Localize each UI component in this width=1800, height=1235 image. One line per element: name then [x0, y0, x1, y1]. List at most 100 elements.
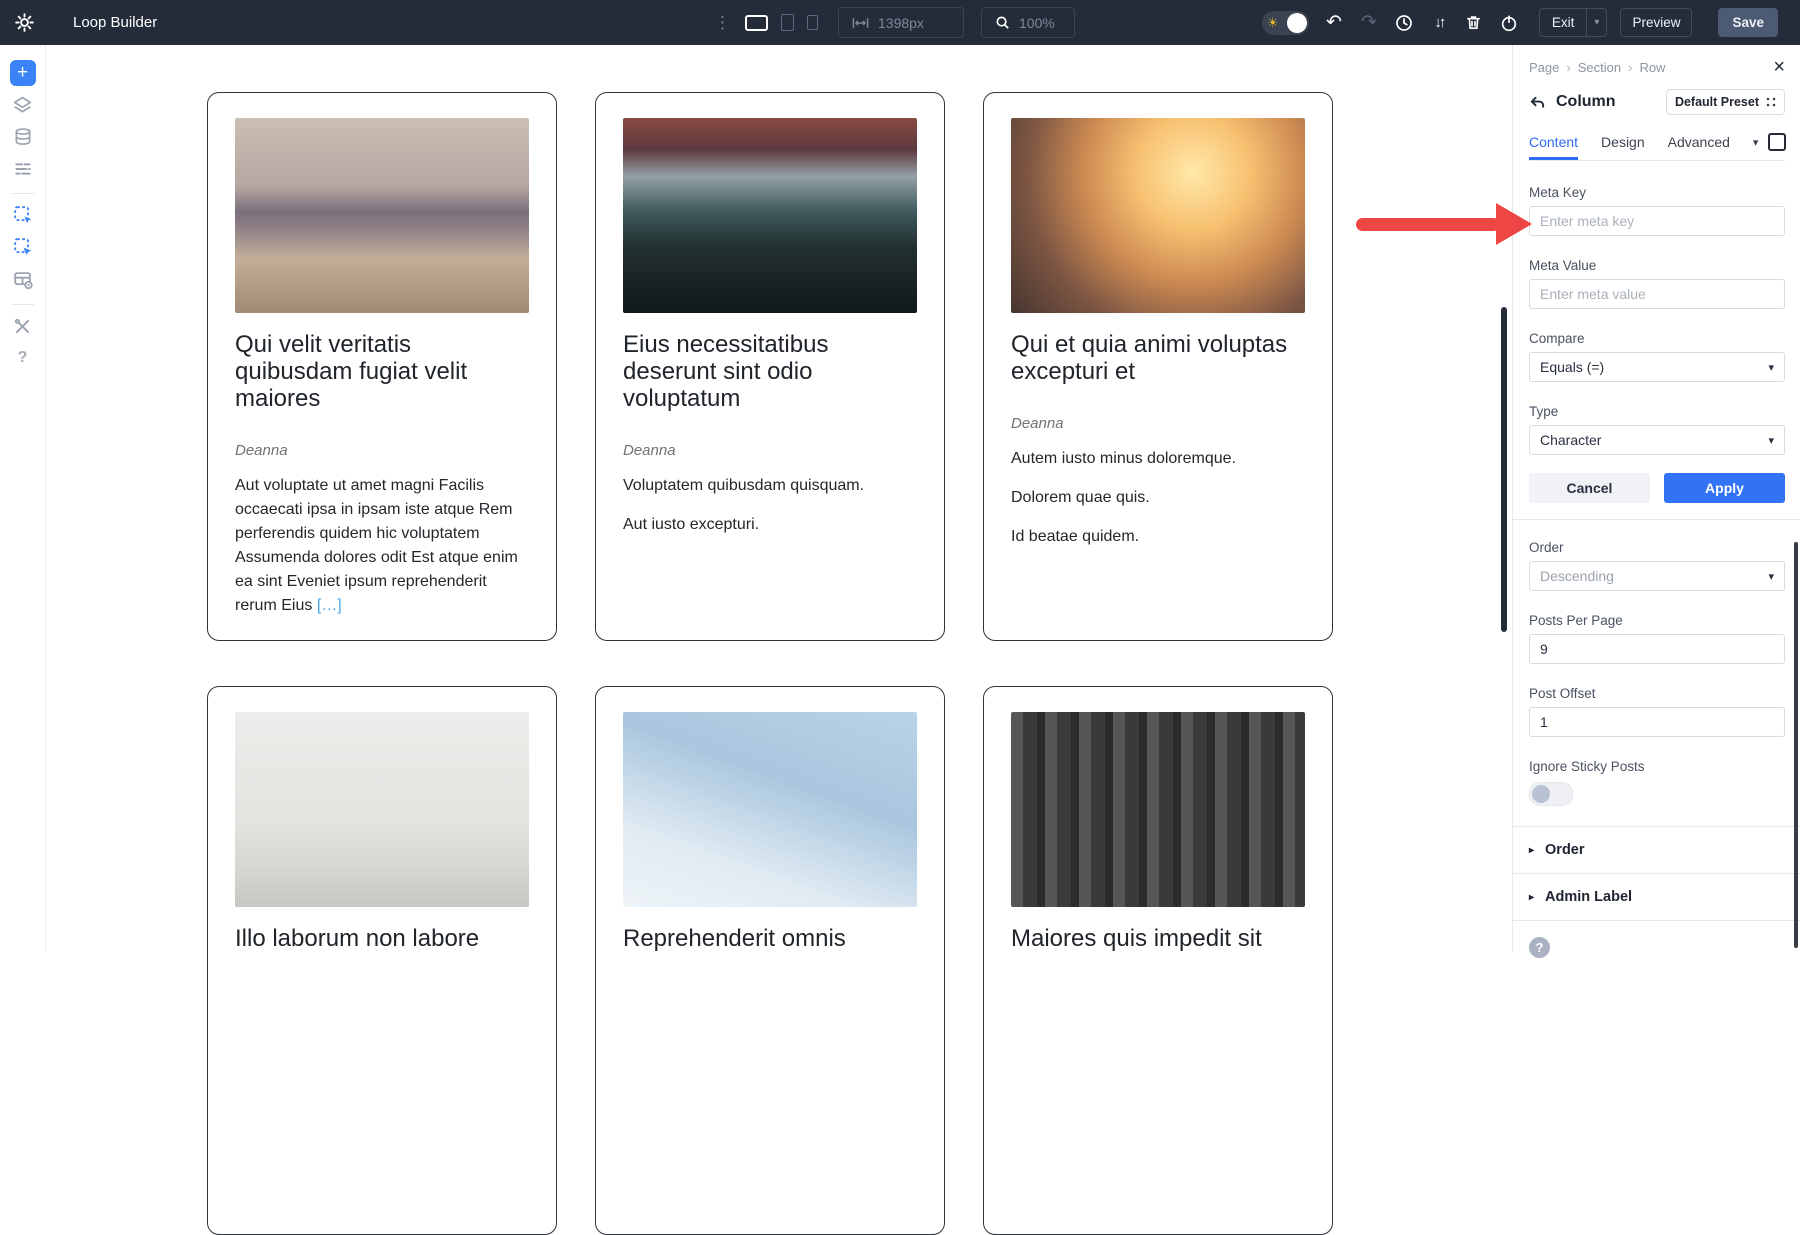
- trash-button[interactable]: [1464, 13, 1484, 33]
- meta-value-input[interactable]: [1529, 279, 1785, 309]
- post-offset-input[interactable]: [1529, 707, 1785, 737]
- breadcrumb-row[interactable]: Row: [1639, 60, 1665, 75]
- post-card[interactable]: Eius necessitatibus deserunt sint odio v…: [595, 92, 945, 641]
- layers-panel-button[interactable]: [10, 92, 36, 118]
- template-grid-icon: [12, 269, 34, 291]
- meta-key-label: Meta Key: [1529, 185, 1785, 200]
- back-arrow-icon: [1529, 94, 1546, 111]
- app-title: Loop Builder: [73, 14, 157, 31]
- toolbar-actions: ☀ ↶ ↷ ↓↑ Exit ▾ Preview Save: [1262, 0, 1778, 45]
- preset-dots-icon: [1766, 97, 1776, 107]
- element-outline-icon[interactable]: [1768, 133, 1786, 151]
- post-card[interactable]: Qui et quia animi voluptas excepturi et …: [983, 92, 1333, 641]
- post-image[interactable]: [623, 118, 917, 313]
- type-select[interactable]: Character ▾: [1529, 425, 1785, 455]
- post-author: Deanna: [235, 442, 529, 459]
- element-name: Column: [1556, 93, 1616, 111]
- post-title[interactable]: Reprehenderit omnis: [623, 925, 917, 952]
- post-title[interactable]: Illo laborum non labore: [235, 925, 529, 952]
- order-select[interactable]: Descending ▾: [1529, 561, 1785, 591]
- post-card[interactable]: Qui velit veritatis quibusdam fugiat vel…: [207, 92, 557, 641]
- default-preset-button[interactable]: Default Preset: [1666, 89, 1785, 115]
- redo-button[interactable]: ↷: [1359, 13, 1379, 33]
- annotation-arrow-head: [1496, 203, 1532, 245]
- post-image[interactable]: [1011, 712, 1305, 907]
- breadcrumb-section[interactable]: Section: [1578, 60, 1621, 75]
- width-arrows-icon: [852, 17, 869, 29]
- preview-button[interactable]: Preview: [1620, 8, 1692, 37]
- tablet-breakpoint-icon[interactable]: [781, 14, 794, 31]
- page-settings-button[interactable]: [10, 156, 36, 182]
- post-title[interactable]: Maiores quis impedit sit: [1011, 925, 1305, 952]
- section-arrow-icon: ▸: [1529, 892, 1534, 903]
- mobile-breakpoint-icon[interactable]: [807, 15, 818, 30]
- tab-content[interactable]: Content: [1529, 134, 1578, 160]
- read-more-link[interactable]: […]: [317, 597, 342, 614]
- toolbar-breakpoints: ⋮ 1398px 100%: [714, 0, 1075, 45]
- post-title[interactable]: Eius necessitatibus deserunt sint odio v…: [623, 331, 917, 412]
- post-card[interactable]: Reprehenderit omnis: [595, 686, 945, 1235]
- exit-button[interactable]: Exit ▾: [1539, 8, 1608, 37]
- select-section-button[interactable]: [10, 202, 36, 228]
- post-card[interactable]: Illo laborum non labore: [207, 686, 557, 1235]
- back-button[interactable]: [1529, 94, 1546, 111]
- posts-per-page-label: Posts Per Page: [1529, 613, 1785, 628]
- exit-dropdown-caret[interactable]: ▾: [1586, 9, 1606, 36]
- desktop-breakpoint-icon[interactable]: [745, 15, 768, 31]
- settings-gear-icon[interactable]: [14, 13, 34, 33]
- section-admin-label[interactable]: ▸ Admin Label: [1529, 874, 1785, 920]
- toggle-knob: [1532, 785, 1550, 803]
- tools-button[interactable]: [10, 313, 36, 339]
- tab-advanced[interactable]: Advanced: [1668, 134, 1730, 160]
- layers-icon: [12, 95, 33, 116]
- section-order[interactable]: ▸ Order: [1529, 827, 1785, 873]
- canvas-scrollbar[interactable]: [1501, 307, 1507, 632]
- chevron-down-icon[interactable]: ▾: [1753, 136, 1759, 149]
- history-button[interactable]: [1394, 13, 1414, 33]
- post-image[interactable]: [235, 118, 529, 313]
- dynamic-data-button[interactable]: [10, 124, 36, 150]
- magnifier-icon: [995, 15, 1010, 30]
- post-title[interactable]: Qui velit veritatis quibusdam fugiat vel…: [235, 331, 529, 412]
- undo-button[interactable]: ↶: [1324, 13, 1344, 33]
- light-mode-sun-icon: ☀: [1267, 15, 1279, 31]
- compare-select[interactable]: Equals (=) ▾: [1529, 352, 1785, 382]
- theme-toggle[interactable]: ☀: [1262, 11, 1309, 35]
- breadcrumb-page[interactable]: Page: [1529, 60, 1559, 75]
- zoom-control[interactable]: 100%: [981, 7, 1075, 38]
- exit-label: Exit: [1540, 15, 1587, 30]
- apply-button[interactable]: Apply: [1664, 473, 1785, 503]
- add-element-button[interactable]: +: [10, 60, 36, 86]
- post-title[interactable]: Qui et quia animi voluptas excepturi et: [1011, 331, 1305, 385]
- chevron-down-icon: ▾: [1768, 570, 1774, 583]
- breakpoints-menu-icon[interactable]: ⋮: [714, 13, 731, 33]
- help-button[interactable]: ?: [10, 345, 36, 371]
- power-button[interactable]: [1499, 13, 1519, 33]
- templates-button[interactable]: [10, 267, 36, 293]
- meta-value-label: Meta Value: [1529, 258, 1785, 273]
- meta-key-input[interactable]: [1529, 206, 1785, 236]
- post-image[interactable]: [1011, 118, 1305, 313]
- structure-sort-button[interactable]: ↓↑: [1429, 13, 1449, 33]
- close-icon[interactable]: ×: [1773, 60, 1785, 74]
- power-icon: [1500, 14, 1518, 32]
- select-container-button[interactable]: [10, 234, 36, 260]
- post-card[interactable]: Maiores quis impedit sit: [983, 686, 1333, 1235]
- post-image[interactable]: [235, 712, 529, 907]
- chevron-down-icon: ▾: [1768, 434, 1774, 447]
- canvas-width-control[interactable]: 1398px: [838, 7, 964, 38]
- post-image[interactable]: [623, 712, 917, 907]
- zoom-value: 100%: [1019, 15, 1055, 31]
- chevron-down-icon: ▾: [1768, 361, 1774, 374]
- ignore-sticky-posts-toggle[interactable]: [1529, 782, 1573, 806]
- tab-extras: ▾: [1753, 133, 1787, 160]
- ignore-sticky-posts-label: Ignore Sticky Posts: [1529, 759, 1785, 774]
- help-icon[interactable]: ?: [1529, 937, 1550, 958]
- posts-per-page-input[interactable]: [1529, 634, 1785, 664]
- question-mark-icon: ?: [18, 349, 28, 367]
- panel-scrollbar[interactable]: [1794, 542, 1798, 948]
- tab-design[interactable]: Design: [1601, 134, 1645, 160]
- select-element-icon: [12, 204, 34, 226]
- save-button[interactable]: Save: [1718, 8, 1778, 37]
- cancel-button[interactable]: Cancel: [1529, 473, 1650, 503]
